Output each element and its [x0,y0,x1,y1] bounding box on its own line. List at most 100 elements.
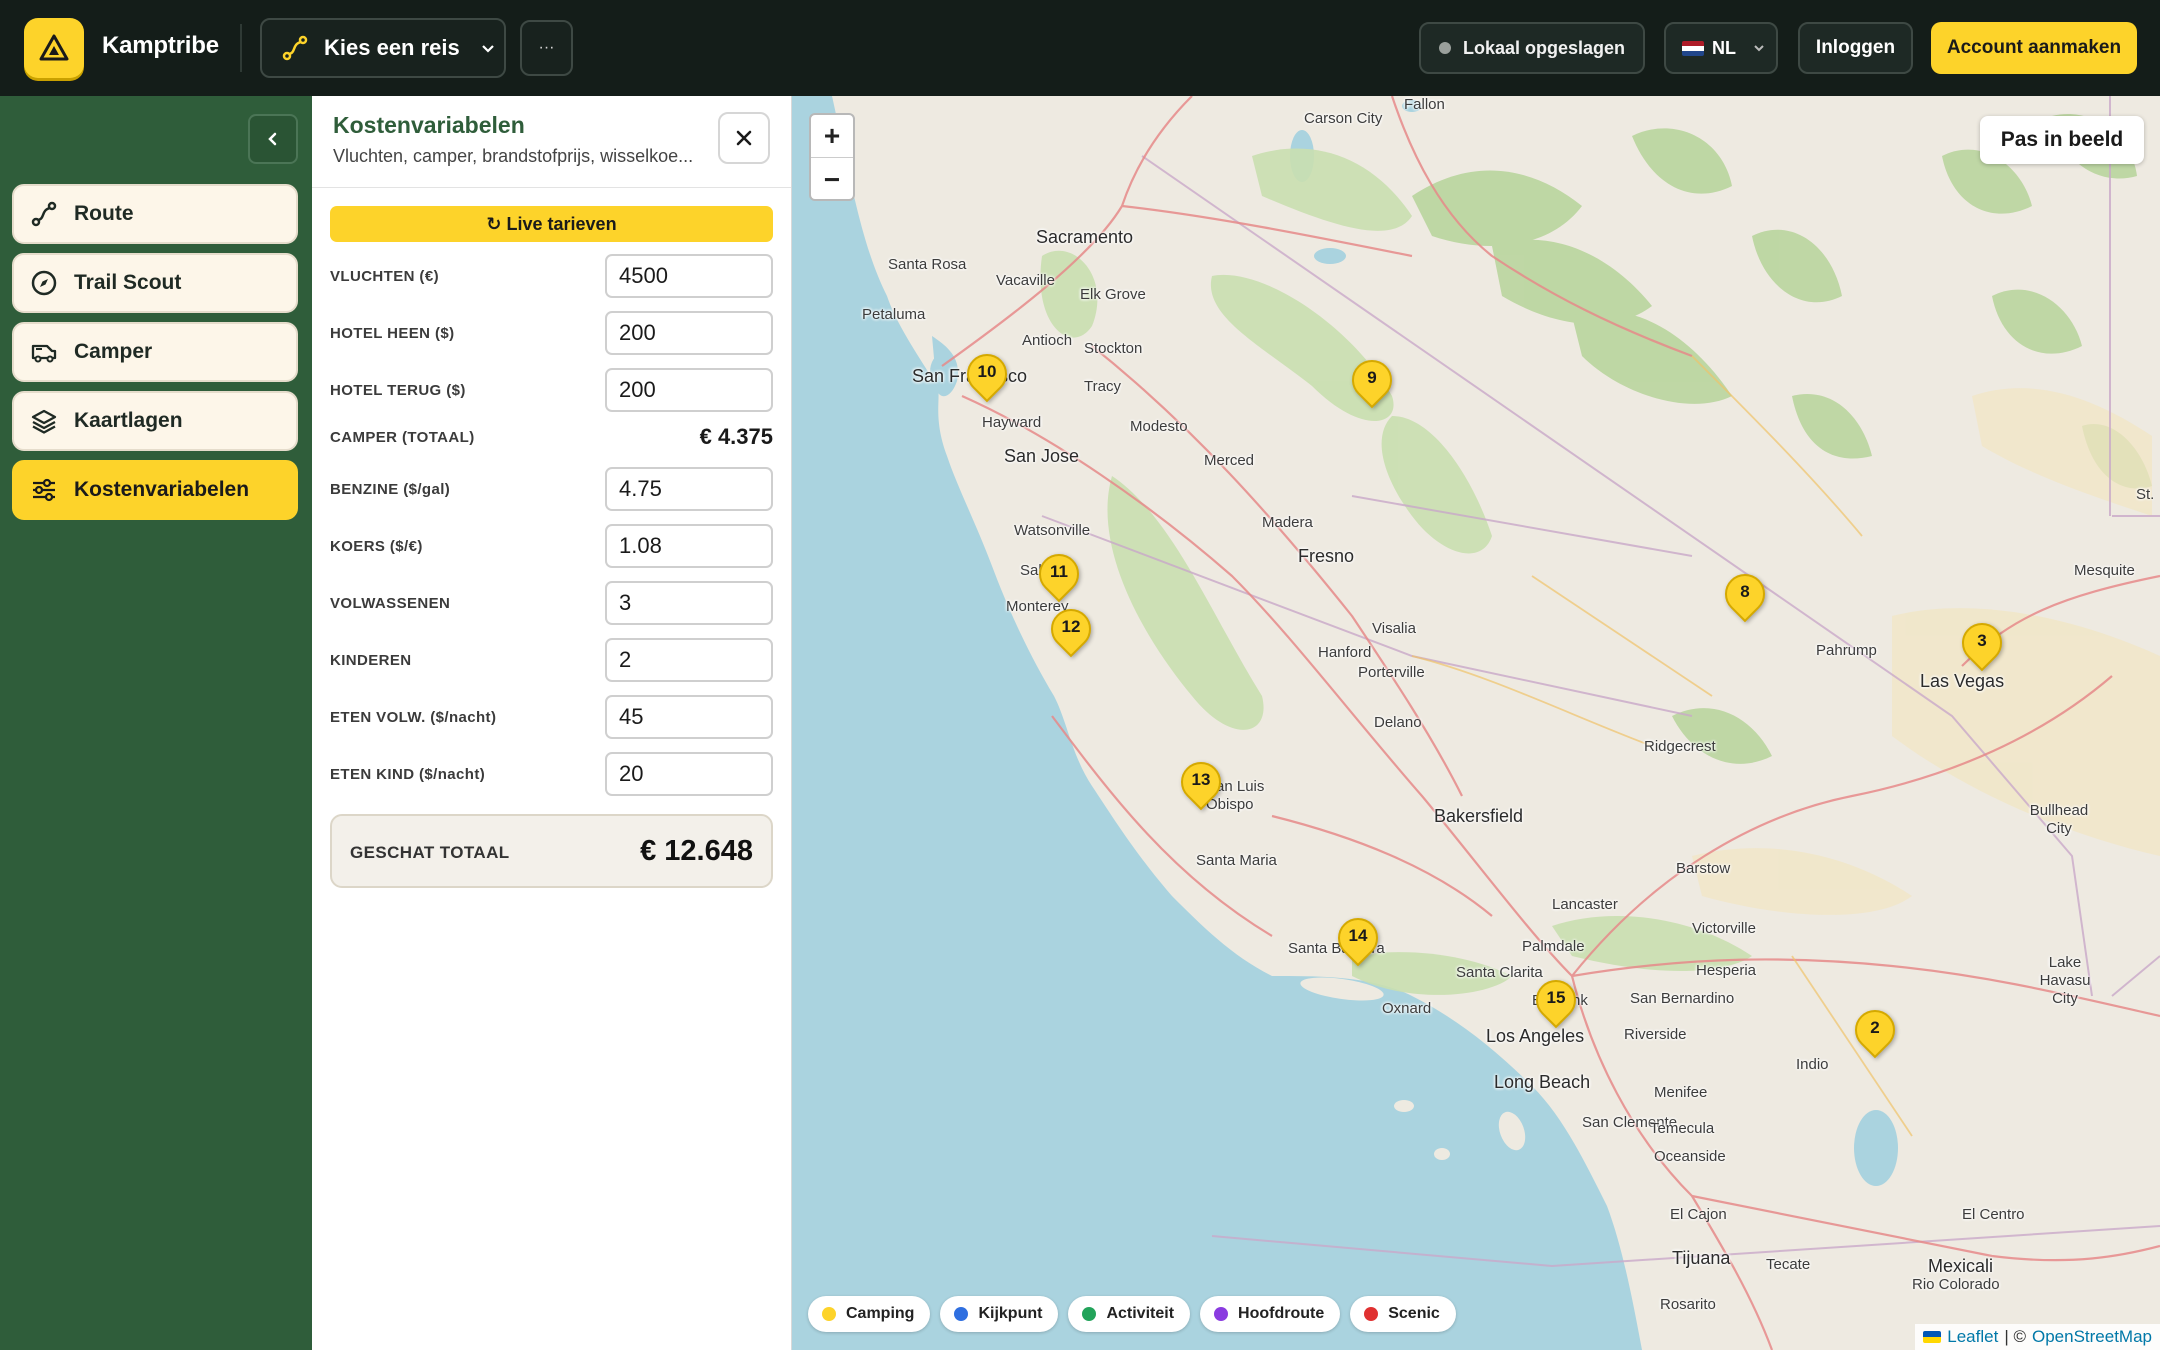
collapse-sidebar-button[interactable] [248,114,298,164]
place-label: Bullhead City [2029,802,2089,837]
create-account-button[interactable]: Account aanmaken [1931,22,2137,74]
sidebar-item-label: Kaartlagen [74,409,183,432]
place-label: Mexicali [1928,1256,1994,1276]
food-adult-input[interactable] [605,695,773,739]
compass-icon [31,270,57,296]
place-label: Santa Maria [1196,852,1277,869]
trip-select[interactable]: Kies een reis [260,18,506,78]
sidebar-item-camper[interactable]: Camper [12,322,298,382]
place-label: Elk Grove [1080,286,1146,303]
legend-dot-icon [822,1307,836,1321]
map-marker[interactable]: 11 [1030,545,1088,604]
chevron-down-icon [1754,45,1764,52]
openstreetmap-link[interactable]: OpenStreetMap [2032,1327,2152,1347]
hotel-return-input[interactable] [605,368,773,412]
place-label: Santa Rosa [888,256,967,273]
map[interactable]: Fallon Carson City Sacramento Santa Rosa… [792,96,2160,1350]
leaflet-link[interactable]: Leaflet [1947,1327,1998,1347]
close-panel-button[interactable] [718,112,770,164]
field-label: HOTEL TERUG ($) [330,381,466,399]
legend-label: Hoofdroute [1238,1305,1325,1322]
place-label: Delano [1374,714,1422,731]
zoom-out-button[interactable]: − [811,158,853,199]
marker-number: 3 [1977,631,1987,650]
panel-title: Kostenvariabelen [333,112,525,138]
more-button[interactable]: ··· [520,20,573,76]
legend-label: Scenic [1388,1305,1440,1322]
marker-number: 9 [1367,368,1377,387]
map-marker[interactable]: 10 [958,345,1016,404]
place-label: Petaluma [862,306,926,323]
place-label: Antioch [1022,332,1073,349]
place-label: Porterville [1358,664,1425,681]
food-child-input[interactable] [605,752,773,796]
legend-item-scenic[interactable]: Scenic [1350,1296,1456,1332]
field-hotel-outbound: HOTEL HEEN ($) [330,311,773,355]
marker-number: 8 [1740,582,1750,601]
legend-item-activity[interactable]: Activiteit [1068,1296,1191,1332]
map-marker[interactable]: 15 [1527,971,1585,1030]
language-select[interactable]: NL [1664,22,1778,74]
field-label: BENZINE ($/gal) [330,480,451,498]
field-label: KINDEREN [330,651,412,669]
fit-to-view-button[interactable]: Pas in beeld [1980,116,2144,164]
netherlands-flag-icon [1682,40,1704,56]
live-rates-button[interactable]: ↻ Live tarieven [330,206,773,242]
field-food-adult: ETEN VOLW. ($/nacht) [330,695,773,739]
map-marker[interactable]: 12 [1042,600,1100,659]
place-label: Merced [1204,452,1255,469]
legend-dot-icon [1214,1307,1229,1321]
exchange-rate-input[interactable] [605,524,773,568]
sidebar-item-label: Camper [74,340,153,363]
field-adults: VOLWASSENEN [330,581,773,625]
field-flights: VLUCHTEN (€) [330,254,773,298]
place-label: Bakersfield [1434,806,1524,826]
login-button[interactable]: Inloggen [1798,22,1913,74]
sidebar-item-route[interactable]: Route [12,184,298,244]
place-label: Tijuana [1672,1248,1731,1268]
children-input[interactable] [605,638,773,682]
sidebar-item-trail-scout[interactable]: Trail Scout [12,253,298,313]
map-marker[interactable]: 9 [1343,351,1401,410]
adults-input[interactable] [605,581,773,625]
map-marker[interactable]: 13 [1172,753,1230,812]
place-label: Indio [1796,1056,1829,1073]
sidebar: Route Trail Scout Camper Kaartlagen Kost… [0,96,312,1350]
place-label: Pahrump [1816,642,1877,659]
place-label: Stockton [1084,340,1143,357]
place-label: El Centro [1962,1206,2025,1223]
place-label: Oceanside [1654,1148,1726,1165]
place-label: Tecate [1766,1256,1811,1273]
marker-number: 10 [977,362,997,381]
place-label: Temecula [1650,1120,1715,1137]
marker-number: 2 [1870,1018,1880,1037]
place-label: Mesquite [2074,562,2135,579]
sidebar-item-map-layers[interactable]: Kaartlagen [12,391,298,451]
place-label: Tracy [1084,378,1121,395]
flights-input[interactable] [605,254,773,298]
place-label: Sacramento [1036,227,1134,247]
legend-item-camping[interactable]: Camping [808,1296,931,1332]
map-attribution: Leaflet | © OpenStreetMap [1915,1324,2160,1350]
zoom-in-button[interactable]: + [811,115,853,158]
logo-icon[interactable] [24,18,84,78]
field-exchange-rate: KOERS ($/€) [330,524,773,568]
field-hotel-return: HOTEL TERUG ($) [330,368,773,412]
legend-item-viewpoint[interactable]: Kijkpunt [940,1296,1059,1332]
map-marker[interactable]: 14 [1329,909,1387,968]
place-label: Rosarito [1660,1296,1716,1313]
ukraine-flag-icon [1923,1331,1942,1343]
map-marker[interactable]: 8 [1716,565,1774,624]
map-marker[interactable]: 2 [1846,1001,1904,1060]
legend-item-main-route[interactable]: Hoofdroute [1200,1296,1341,1332]
fuel-price-input[interactable] [605,467,773,511]
sidebar-item-cost-variables[interactable]: Kostenvariabelen [12,460,298,520]
marker-number: 12 [1061,617,1081,636]
map-marker[interactable]: 3 [1953,614,2011,673]
marker-number: 14 [1348,926,1368,945]
hotel-outbound-input[interactable] [605,311,773,355]
legend-label: Activiteit [1106,1305,1175,1322]
language-label: NL [1712,37,1736,58]
top-bar: Kamptribe Kies een reis ··· Lokaal opges… [0,0,2160,96]
field-label: KOERS ($/€) [330,537,423,555]
